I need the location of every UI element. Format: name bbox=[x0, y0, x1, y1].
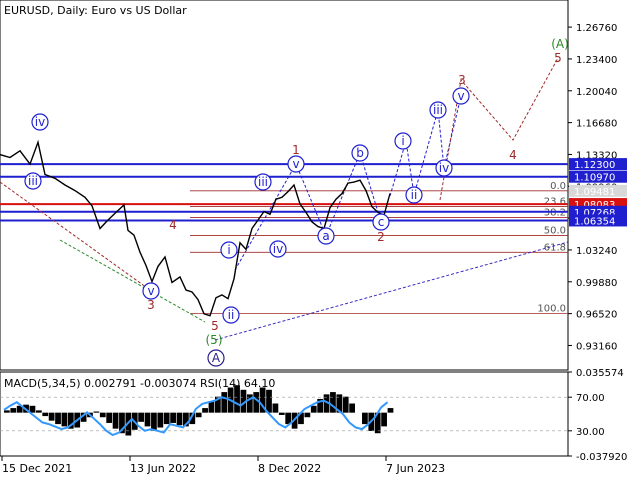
macd-histogram-bar bbox=[99, 412, 106, 418]
indicator-tick-label: 0.035574 bbox=[576, 368, 624, 379]
macd-histogram-bar bbox=[157, 412, 164, 428]
macd-histogram-bar bbox=[381, 412, 387, 427]
wave-label: ii bbox=[228, 308, 235, 322]
price-tick-label: 1.23400 bbox=[576, 55, 617, 66]
macd-histogram-bar bbox=[29, 405, 36, 413]
wave-label: 3 bbox=[147, 298, 155, 312]
price-tag-label: 1.10970 bbox=[574, 173, 615, 184]
fib-level-label: 0.0 bbox=[550, 181, 566, 192]
wave-label: 1 bbox=[292, 143, 300, 157]
macd-histogram-bar bbox=[61, 412, 68, 427]
macd-histogram-bar bbox=[4, 410, 10, 413]
indicator-tick-label: 30.00 bbox=[576, 427, 605, 438]
price-tick-label: 1.26760 bbox=[576, 23, 617, 34]
macd-histogram-bar bbox=[253, 392, 260, 413]
macd-histogram-bar bbox=[362, 412, 368, 425]
wave-label: A bbox=[212, 351, 221, 365]
wave-label: iii bbox=[433, 103, 443, 117]
macd-histogram-bar bbox=[387, 408, 394, 413]
price-tick-label: 0.96520 bbox=[576, 310, 617, 321]
macd-histogram-bar bbox=[35, 410, 42, 413]
wave-label: (5) bbox=[206, 333, 223, 347]
macd-histogram-bar bbox=[106, 412, 113, 423]
price-tag-label: 1.06354 bbox=[574, 216, 615, 227]
macd-histogram-bar bbox=[138, 412, 145, 422]
wave-label: 3 bbox=[458, 73, 466, 87]
time-tick-label: 13 Jun 2022 bbox=[130, 462, 196, 475]
eurusd-chart: 0.023.638.250.061.8100.0 iviii4v3iii5(5)… bbox=[0, 0, 627, 475]
time-tick-label: 8 Dec 2022 bbox=[258, 462, 321, 475]
wave-label: iii bbox=[28, 174, 38, 188]
wave-label: v bbox=[292, 157, 299, 171]
price-tick-label: 1.16680 bbox=[576, 119, 617, 130]
wave-label: i bbox=[227, 243, 230, 257]
macd-histogram-bar bbox=[202, 408, 208, 413]
fib-level-label: 23.6 bbox=[544, 196, 566, 207]
macd-histogram-bar bbox=[55, 412, 61, 425]
macd-histogram-bar bbox=[163, 412, 170, 425]
indicator-tick-label: -0.037920 bbox=[576, 452, 627, 463]
wave-label: v bbox=[147, 284, 154, 298]
time-tick-label: 15 Dec 2021 bbox=[2, 462, 72, 475]
macd-histogram-bar bbox=[176, 412, 183, 426]
price-tag-label: 1.09481 bbox=[574, 187, 615, 198]
macd-histogram-bar bbox=[151, 412, 157, 431]
price-tick-label: 0.99880 bbox=[576, 278, 617, 289]
main-plot-frame bbox=[0, 0, 569, 371]
wave-label: 5 bbox=[211, 319, 219, 333]
macd-histogram-bar bbox=[330, 392, 336, 413]
price-tick-label: 1.20040 bbox=[576, 87, 617, 98]
macd-histogram-bar bbox=[93, 411, 100, 413]
time-tick-label: 7 Jun 2023 bbox=[386, 462, 445, 475]
time-axis: 15 Dec 2021 13 Jun 2022 8 Dec 2022 7 Jun 20… bbox=[1, 456, 445, 475]
wave-label: i bbox=[401, 134, 404, 148]
wave-label: a bbox=[322, 229, 329, 243]
macd-histogram-bar bbox=[42, 412, 49, 417]
macd-histogram-bar bbox=[310, 405, 317, 413]
fib-level-label: 100.0 bbox=[537, 304, 566, 315]
wave-label: v bbox=[457, 89, 464, 103]
macd-histogram-bar bbox=[170, 412, 176, 423]
macd-histogram-bar bbox=[195, 412, 202, 418]
indicator-label: MACD(5,34,5) 0.002791 -0.003074 RSI(14) … bbox=[4, 377, 275, 390]
wave-label: 5 bbox=[554, 51, 562, 65]
macd-histogram-bar bbox=[10, 408, 17, 413]
macd-histogram-bar bbox=[342, 396, 349, 413]
macd-histogram-bar bbox=[144, 412, 151, 427]
price-axis: 1.267601.234001.200401.166801.133201.099… bbox=[568, 23, 627, 352]
macd-histogram-bar bbox=[48, 412, 55, 421]
macd-histogram-bar bbox=[304, 412, 311, 418]
wave-label: c bbox=[378, 215, 385, 229]
chart-title: EURUSD, Daily: Euro vs US Dollar bbox=[4, 4, 187, 17]
wave-label: iv bbox=[273, 242, 283, 256]
macd-histogram-bar bbox=[221, 392, 228, 413]
price-tick-label: 0.93160 bbox=[576, 341, 617, 352]
macd-histogram-bar bbox=[278, 412, 285, 415]
macd-histogram-bar bbox=[112, 412, 119, 429]
wave-label: 4 bbox=[509, 148, 517, 162]
fib-level-label: 38.2 bbox=[544, 208, 566, 219]
indicator-tick-label: 70.00 bbox=[576, 393, 605, 404]
price-tick-label: 1.03240 bbox=[576, 246, 617, 257]
fib-level-label: 50.0 bbox=[544, 225, 566, 236]
macd-histogram-bar bbox=[266, 389, 272, 413]
wave-label: (A) bbox=[551, 37, 569, 51]
macd-histogram-bar bbox=[349, 403, 355, 413]
wave-label: ii bbox=[411, 188, 418, 202]
wave-label: iv bbox=[35, 115, 45, 129]
wave-label: iv bbox=[439, 161, 449, 175]
macd-histogram-bar bbox=[272, 403, 279, 413]
price-tag-label: 1.12300 bbox=[574, 160, 615, 171]
wave-label: b bbox=[356, 146, 364, 160]
wave-label: 2 bbox=[377, 230, 385, 244]
wave-label: 4 bbox=[169, 218, 177, 232]
wave-label: iii bbox=[258, 175, 268, 189]
